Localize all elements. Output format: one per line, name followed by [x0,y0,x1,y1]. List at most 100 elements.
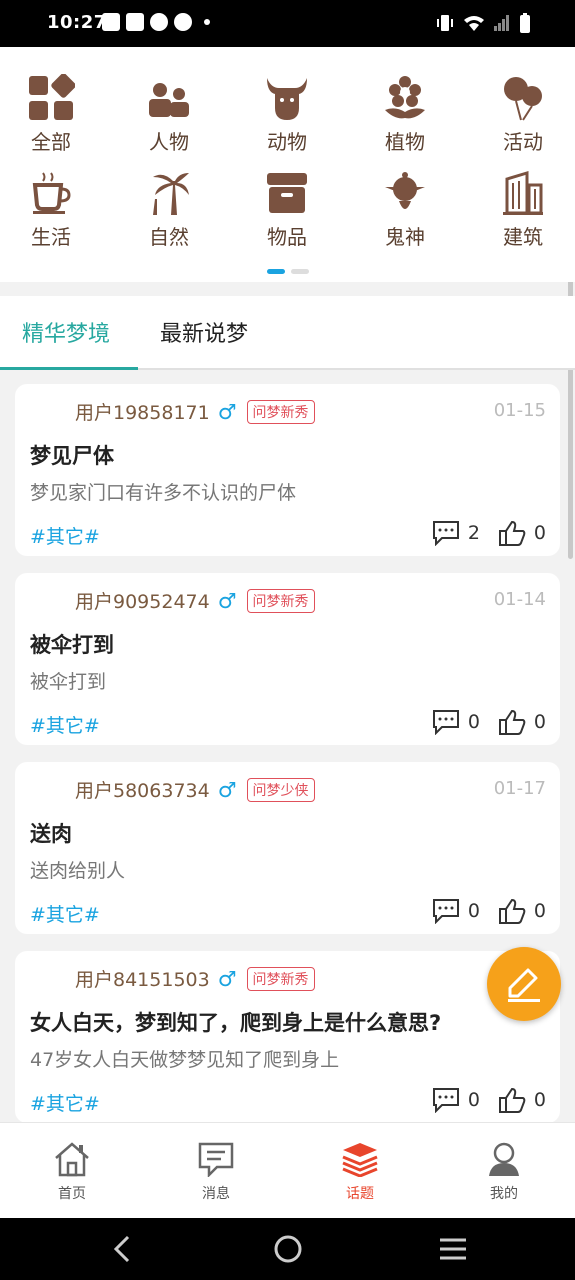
category-panel: 全部 人物 动物 植物 活动 生活 自然 物品 鬼神 建筑 [0,47,575,282]
comment-count: 0 [467,711,480,733]
category-label: 活动 [503,130,543,154]
building-icon [503,170,543,215]
pencil-icon [508,968,540,1002]
balloons-icon [504,77,542,121]
status-bar: 10:27 [0,0,575,47]
back-icon[interactable] [110,1232,134,1266]
nav-home[interactable]: 首页 [0,1123,144,1219]
mail-icon [102,13,120,31]
flower-icon [385,76,425,119]
page-dot [290,269,309,274]
post-card[interactable]: 用户19858171 ♂ 问梦新秀 01-15 梦见尸体 梦见家门口有许多不认识… [15,384,560,556]
category-label: 植物 [385,130,425,154]
category-spirits[interactable]: 鬼神 [360,169,450,250]
page-dot-active [266,269,285,274]
home-circle-icon[interactable] [273,1232,303,1266]
feed-tabs: 精华梦境 最新说梦 [0,296,575,370]
thumbs-up-icon[interactable] [498,520,526,546]
post-title: 送肉 [30,822,72,846]
post-description: 梦见家门口有许多不认识的尸体 [30,482,297,504]
username[interactable]: 用户58063734 [75,776,210,803]
category-life[interactable]: 生活 [6,169,96,250]
message-icon [198,1142,234,1177]
category-all[interactable]: 全部 [6,74,96,155]
username[interactable]: 用户19858171 [75,398,210,425]
post-author: 用户84151503 ♂ 问梦新秀 [75,965,315,992]
category-buildings[interactable]: 建筑 [478,169,568,250]
username[interactable]: 用户90952474 [75,587,210,614]
post-card[interactable]: 用户84151503 ♂ 问梦新秀 女人白天，梦到知了，爬到身上是什么意思? 4… [15,951,560,1123]
nav-profile[interactable]: 我的 [432,1123,575,1219]
male-icon: ♂ [217,399,237,424]
category-activity[interactable]: 活动 [478,74,568,155]
category-people[interactable]: 人物 [124,74,214,155]
post-tag[interactable]: #其它# [30,1089,100,1116]
more-dot-icon [204,19,210,25]
category-label: 建筑 [503,225,543,249]
category-animals[interactable]: 动物 [242,74,332,155]
post-author: 用户90952474 ♂ 问梦新秀 [75,587,315,614]
comment-icon[interactable] [432,898,460,924]
username[interactable]: 用户84151503 [75,965,210,992]
post-title: 被伞打到 [30,633,114,657]
category-label: 自然 [149,225,189,249]
comment-count: 2 [467,522,480,544]
category-label: 全部 [31,130,71,154]
like-count: 0 [533,1089,546,1111]
new-post-button[interactable] [487,947,561,1021]
status-time: 10:27 [47,12,107,33]
post-tag[interactable]: #其它# [30,711,100,738]
comment-icon[interactable] [432,1087,460,1113]
grid-icon [29,74,75,120]
comment-icon[interactable] [432,709,460,735]
category-label: 物品 [267,225,307,249]
post-date: 01-14 [493,589,546,610]
wifi-icon [464,16,484,31]
topic-layers-icon [342,1143,378,1177]
post-card[interactable]: 用户58063734 ♂ 问梦少侠 01-17 送肉 送肉给别人 #其它# 0 … [15,762,560,934]
category-plants[interactable]: 植物 [360,74,450,155]
nav-topics[interactable]: 话题 [288,1123,432,1219]
box-icon [267,173,307,213]
tab-featured[interactable]: 精华梦境 [22,316,110,348]
tab-latest[interactable]: 最新说梦 [160,316,248,348]
user-level-badge: 问梦新秀 [246,588,315,613]
bottom-navigation: 首页 消息 话题 我的 [0,1122,575,1219]
mail-icon [126,13,144,31]
profile-icon [489,1142,519,1176]
thumbs-up-icon[interactable] [498,898,526,924]
recents-menu-icon[interactable] [438,1232,468,1266]
nav-label: 首页 [58,1186,86,1202]
system-navigation-bar [0,1218,575,1280]
notification-icons [102,13,210,31]
nav-messages[interactable]: 消息 [144,1123,288,1219]
post-tag[interactable]: #其它# [30,522,100,549]
post-stats: 0 0 [432,898,546,924]
category-label: 动物 [267,130,307,154]
male-icon: ♂ [217,966,237,991]
post-title: 梦见尸体 [30,444,114,468]
post-card[interactable]: 用户90952474 ♂ 问梦新秀 01-14 被伞打到 被伞打到 #其它# 0… [15,573,560,745]
thumbs-up-icon[interactable] [498,709,526,735]
post-tag[interactable]: #其它# [30,900,100,927]
post-description: 送肉给别人 [30,860,126,882]
nav-label: 消息 [202,1186,230,1202]
people-icon [149,83,189,117]
thumbs-up-icon[interactable] [498,1087,526,1113]
post-date: 01-15 [493,400,546,421]
comment-icon[interactable] [432,520,460,546]
page-indicator [0,269,575,274]
post-stats: 0 0 [432,709,546,735]
comment-count: 0 [467,1089,480,1111]
home-icon [55,1142,89,1177]
user-level-badge: 问梦新秀 [246,966,315,991]
post-description: 47岁女人白天做梦梦见知了爬到身上 [30,1049,340,1071]
post-stats: 0 0 [432,1087,546,1113]
palm-tree-icon [153,173,189,215]
male-icon: ♂ [217,588,237,613]
category-items[interactable]: 物品 [242,169,332,250]
category-nature[interactable]: 自然 [124,169,214,250]
post-author: 用户58063734 ♂ 问梦少侠 [75,776,315,803]
nav-label: 我的 [490,1186,518,1202]
user-level-badge: 问梦少侠 [246,777,315,802]
